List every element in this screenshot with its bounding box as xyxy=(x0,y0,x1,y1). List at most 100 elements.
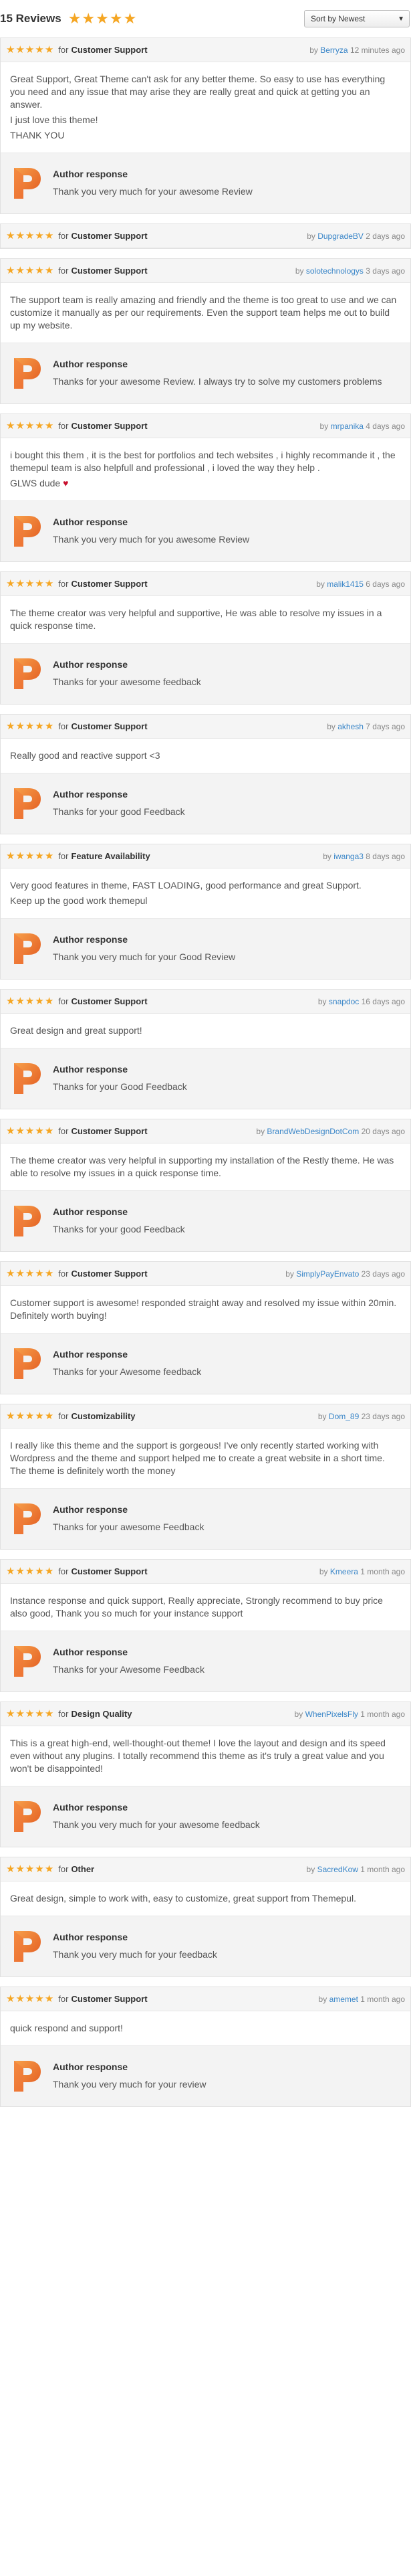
author-response-message: Thank you very much for your feedback xyxy=(53,1949,217,1960)
review-rating-stars: ★ ★ ★ ★ ★ xyxy=(6,1566,54,1576)
for-label: for xyxy=(58,266,69,276)
author-response-title: Author response xyxy=(53,2061,128,2072)
review-author-link[interactable]: iwanga3 xyxy=(333,852,364,861)
star-icon: ★ xyxy=(25,1993,35,2005)
author-response-message: Thank you very much for your Good Review xyxy=(53,951,236,962)
review-text-line: This is a great high-end, well-thought-o… xyxy=(10,1737,401,1775)
by-label: by xyxy=(307,231,315,241)
star-icon: ★ xyxy=(35,1566,44,1577)
review-rating-stars: ★ ★ ★ ★ ★ xyxy=(6,1269,54,1279)
author-response: Author response Thank you very much for … xyxy=(1,918,410,979)
review-category: Other xyxy=(71,1864,95,1874)
review-author-link[interactable]: snapdoc xyxy=(329,997,359,1006)
review-card: ★ ★ ★ ★ ★ for Customer Support by DupgradeBV… xyxy=(0,223,411,249)
star-icon: ★ xyxy=(6,1268,15,1279)
review-rating-category: ★ ★ ★ ★ ★ for Customer Support xyxy=(6,1269,148,1279)
review-text: The support team is really amazing and f… xyxy=(10,294,397,331)
star-icon: ★ xyxy=(35,1268,44,1279)
author-response: Author response Thank you very much for … xyxy=(1,1786,410,1847)
review-author-link[interactable]: BrandWebDesignDotCom xyxy=(267,1127,359,1136)
review-card: ★ ★ ★ ★ ★ for Customer Support by solotechno… xyxy=(0,258,411,404)
review-body: Customer support is awesome! responded s… xyxy=(1,1286,410,1333)
review-meta: by SacredKow 1 month ago xyxy=(307,1865,405,1874)
author-response-message: Thanks for your Awesome Feedback xyxy=(53,1664,204,1675)
star-icon: ★ xyxy=(35,44,44,56)
for-label: for xyxy=(58,231,69,241)
author-response-message: Thanks for your Good Feedback xyxy=(53,1081,187,1092)
review-header: ★ ★ ★ ★ ★ for Customer Support by akhesh 7 d… xyxy=(1,715,410,739)
review-author-link[interactable]: WhenPixelsFly xyxy=(305,1710,358,1719)
review-header: ★ ★ ★ ★ ★ for Customer Support by mrpanika 4… xyxy=(1,414,410,438)
review-author-link[interactable]: mrpanika xyxy=(331,422,364,431)
review-rating-stars: ★ ★ ★ ★ ★ xyxy=(6,1994,54,2004)
themepul-logo-icon xyxy=(14,1801,41,1832)
star-icon: ★ xyxy=(15,578,25,589)
star-icon: ★ xyxy=(6,721,15,732)
author-response-title: Author response xyxy=(53,517,128,527)
star-icon: ★ xyxy=(15,1993,25,2005)
review-author-link[interactable]: malik1415 xyxy=(327,579,364,589)
review-header: ★ ★ ★ ★ ★ for Customer Support by Kmeera 1 m… xyxy=(1,1560,410,1584)
review-time: 8 days ago xyxy=(366,851,405,861)
chevron-down-icon: ▼ xyxy=(398,15,404,23)
review-rating-stars: ★ ★ ★ ★ ★ xyxy=(6,1709,54,1719)
review-header: ★ ★ ★ ★ ★ for Customizability by Dom_89 23 d… xyxy=(1,1404,410,1429)
review-author-link[interactable]: Berryza xyxy=(320,45,348,55)
star-icon: ★ xyxy=(25,850,35,862)
star-icon: ★ xyxy=(6,850,15,862)
themepul-logo-icon xyxy=(14,1348,41,1379)
by-label: by xyxy=(309,45,318,55)
star-icon: ★ xyxy=(44,721,54,732)
star-icon: ★ xyxy=(44,1708,54,1720)
review-author-link[interactable]: Kmeera xyxy=(330,1567,358,1576)
star-icon: ★ xyxy=(35,1863,44,1875)
review-author-link[interactable]: SacredKow xyxy=(317,1865,358,1874)
by-label: by xyxy=(319,1566,328,1576)
author-response-title: Author response xyxy=(53,1802,128,1813)
review-header: ★ ★ ★ ★ ★ for Feature Availability by iwanga… xyxy=(1,844,410,868)
review-card: ★ ★ ★ ★ ★ for Customer Support by BrandWebDe… xyxy=(0,1119,411,1252)
star-icon: ★ xyxy=(35,996,44,1007)
review-category: Customer Support xyxy=(71,579,148,589)
reviews-summary: 15 Reviews ★ ★ ★ ★ ★ xyxy=(0,11,137,26)
review-list: ★ ★ ★ ★ ★ for Customer Support by Berryza 12… xyxy=(0,37,411,2107)
for-label: for xyxy=(58,721,69,731)
review-author-link[interactable]: SimplyPayEnvato xyxy=(296,1269,359,1279)
review-text-line: I really like this theme and the support… xyxy=(10,1439,401,1477)
star-icon: ★ xyxy=(35,850,44,862)
review-category: Customer Support xyxy=(71,231,148,241)
review-category: Customer Support xyxy=(71,1566,148,1576)
star-icon: ★ xyxy=(15,1410,25,1422)
review-time: 12 minutes ago xyxy=(350,45,405,55)
review-author-link[interactable]: akhesh xyxy=(337,722,364,731)
star-icon: ★ xyxy=(25,1566,35,1577)
review-text-line: Very good features in theme, FAST LOADIN… xyxy=(10,879,401,892)
review-body: The support team is really amazing and f… xyxy=(1,283,410,343)
star-icon: ★ xyxy=(25,1863,35,1875)
review-author-link[interactable]: amemet xyxy=(329,1995,358,2004)
review-author-link[interactable]: DupgradeBV xyxy=(317,232,364,241)
review-body: Really good and reactive support <3 xyxy=(1,739,410,773)
star-icon: ★ xyxy=(44,1410,54,1422)
star-icon: ★ xyxy=(44,1566,54,1577)
review-author-link[interactable]: solotechnologys xyxy=(306,266,364,276)
star-icon: ★ xyxy=(25,1125,35,1137)
author-response-text: Author response Thank you very much for … xyxy=(53,1801,260,1831)
review-meta: by mrpanika 4 days ago xyxy=(320,422,405,431)
author-response-text: Author response Thanks for your Awesome … xyxy=(53,1645,204,1676)
star-icon: ★ xyxy=(15,44,25,56)
review-author-link[interactable]: Dom_89 xyxy=(329,1412,359,1421)
star-icon: ★ xyxy=(6,578,15,589)
review-text: Really good and reactive support <3 xyxy=(10,750,160,761)
review-rating-category: ★ ★ ★ ★ ★ for Customer Support xyxy=(6,721,148,731)
review-meta: by DupgradeBV 2 days ago xyxy=(307,232,405,241)
themepul-logo-icon xyxy=(14,788,41,819)
author-response-title: Author response xyxy=(53,359,128,369)
star-icon: ★ xyxy=(35,265,44,276)
review-meta: by Berryza 12 minutes ago xyxy=(309,45,405,55)
review-rating-stars: ★ ★ ★ ★ ★ xyxy=(6,1864,54,1874)
review-rating-stars: ★ ★ ★ ★ ★ xyxy=(6,1411,54,1421)
by-label: by xyxy=(317,996,327,1006)
author-response-message: Thanks for your awesome feedback xyxy=(53,676,201,687)
sort-select[interactable]: Sort by Newest ▼ xyxy=(304,10,410,27)
